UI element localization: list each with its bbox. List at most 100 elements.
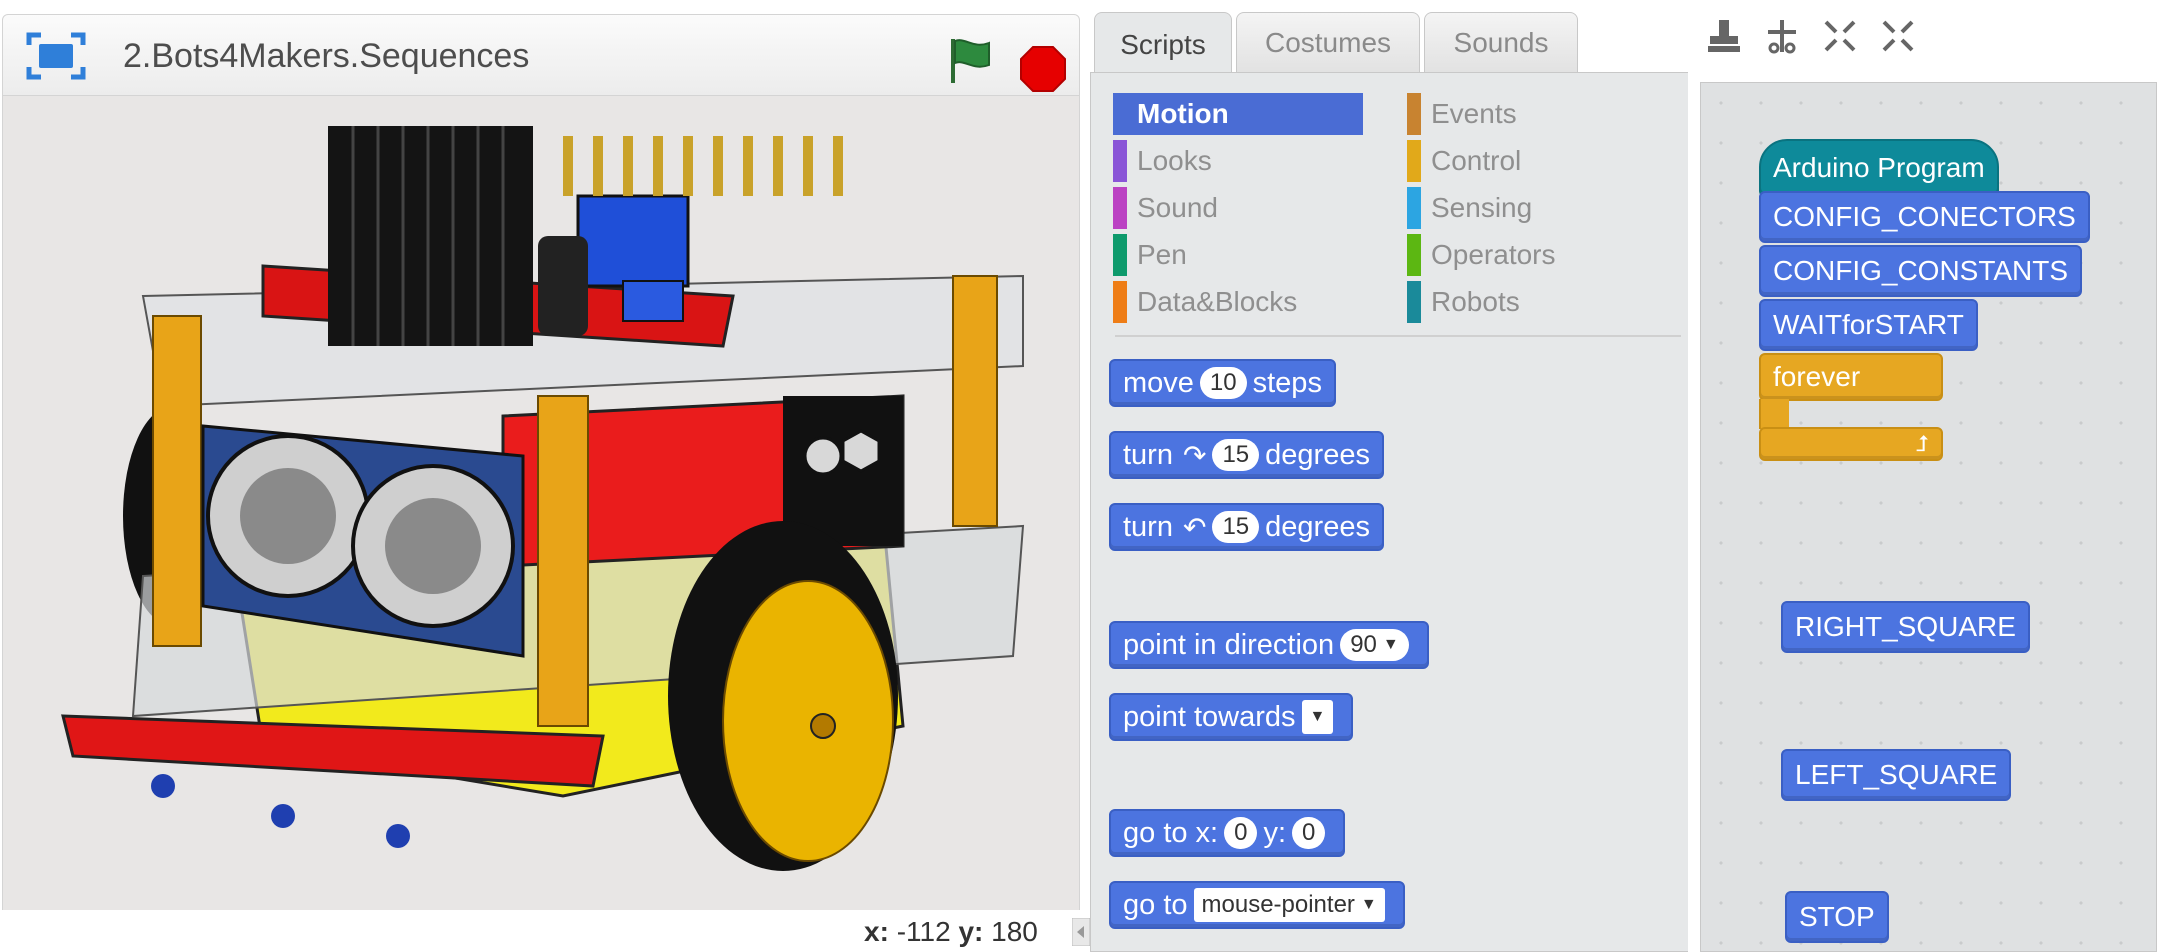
script-block-wait-for-start[interactable]: WAITforSTART [1759, 299, 1978, 351]
block-text: go to x: [1123, 816, 1219, 849]
duplicate-stamp-icon[interactable] [1706, 16, 1742, 56]
robot-sprite[interactable] [3, 96, 1080, 910]
go-to-target-dropdown[interactable]: mouse-pointer ▼ [1193, 888, 1385, 922]
block-point-towards[interactable]: point towards ▼ [1109, 693, 1354, 741]
block-text: point in direction [1123, 628, 1335, 661]
direction-value: 90 [1350, 631, 1377, 658]
category-color-bar [1407, 140, 1421, 182]
script-block-right-square[interactable]: RIGHT_SQUARE [1781, 601, 2030, 653]
loop-arrow-icon: ⮥ [1916, 431, 1929, 456]
green-flag-icon[interactable] [943, 35, 995, 87]
script-hat-arduino-program[interactable]: Arduino Program [1759, 139, 1999, 197]
chevron-down-icon: ▼ [1309, 708, 1326, 725]
category-robots[interactable]: Robots [1407, 281, 1657, 323]
block-text: degrees [1265, 510, 1370, 543]
towards-dropdown[interactable]: ▼ [1301, 700, 1334, 734]
collapse-stage-arrow-icon[interactable] [1071, 917, 1091, 947]
category-color-bar [1407, 281, 1421, 323]
category-operators[interactable]: Operators [1407, 234, 1657, 276]
block-text: go to [1123, 888, 1188, 921]
script-block-left-square[interactable]: LEFT_SQUARE [1781, 749, 2012, 801]
category-looks[interactable]: Looks [1113, 140, 1363, 182]
block-text: steps [1252, 366, 1322, 399]
x-value: -112 [896, 916, 951, 947]
category-label: Operators [1431, 239, 1556, 270]
category-sound[interactable]: Sound [1113, 187, 1363, 229]
block-palette: Motion Looks Sound Pen Data&Blocks Event… [1090, 72, 1688, 952]
y-input[interactable]: 0 [1292, 817, 1326, 849]
category-color-bar [1407, 187, 1421, 229]
category-color-bar [1113, 281, 1127, 323]
block-move-steps[interactable]: move 10 steps [1109, 359, 1336, 407]
fullscreen-icon[interactable] [25, 31, 87, 81]
target-value: mouse-pointer [1201, 891, 1355, 918]
degrees-input[interactable]: 15 [1212, 439, 1260, 471]
category-label: Pen [1137, 239, 1187, 270]
block-text: y: [1263, 816, 1287, 849]
forever-label: forever [1759, 353, 1943, 401]
category-color-bar [1113, 187, 1127, 229]
category-motion[interactable]: Motion [1113, 93, 1363, 135]
block-text: point towards [1123, 700, 1296, 733]
tab-scripts[interactable]: Scripts [1094, 12, 1232, 76]
x-input[interactable]: 0 [1224, 817, 1258, 849]
block-turn-clockwise[interactable]: turn ↷ 15 degrees [1109, 431, 1384, 479]
script-block-forever[interactable]: forever ⮥ [1759, 353, 1943, 461]
rotate-counterclockwise-icon: ↶ [1182, 511, 1207, 543]
chevron-down-icon: ▼ [1360, 896, 1377, 913]
script-block-stop[interactable]: STOP [1785, 891, 1889, 943]
category-label: Events [1431, 98, 1517, 129]
forever-bottom: ⮥ [1759, 427, 1943, 461]
category-control[interactable]: Control [1407, 140, 1657, 182]
y-value: 180 [991, 916, 1038, 947]
stage-panel: 2.Bots4Makers.Sequences x: -112 y: 180 [0, 0, 1091, 952]
direction-dropdown[interactable]: 90 ▼ [1340, 629, 1409, 661]
category-color-bar [1113, 234, 1127, 276]
script-block-config-constants[interactable]: CONFIG_CONSTANTS [1759, 245, 2083, 297]
rotate-clockwise-icon: ↷ [1182, 439, 1207, 471]
stage-footer: x: -112 y: 180 [0, 910, 1091, 952]
category-label: Robots [1431, 286, 1520, 317]
category-color-bar [1407, 93, 1421, 135]
chevron-down-icon: ▼ [1382, 636, 1399, 653]
block-point-in-direction[interactable]: point in direction 90 ▼ [1109, 621, 1429, 669]
stage-header: 2.Bots4Makers.Sequences [2, 14, 1080, 96]
scripts-area[interactable]: Arduino Program CONFIG_CONECTORS CONFIG_… [1700, 82, 2157, 952]
category-color-bar [1407, 234, 1421, 276]
category-label: Sensing [1431, 192, 1533, 223]
forever-arm [1759, 399, 1789, 429]
stop-icon[interactable] [1019, 45, 1067, 93]
degrees-input[interactable]: 15 [1212, 511, 1260, 543]
block-text: turn [1123, 438, 1173, 471]
shrink-icon[interactable] [1880, 16, 1916, 56]
palette-divider [1115, 335, 1681, 337]
delete-scissors-icon[interactable] [1764, 16, 1800, 56]
block-go-to[interactable]: go to mouse-pointer ▼ [1109, 881, 1405, 929]
category-label: Sound [1137, 192, 1218, 223]
category-label: Data&Blocks [1137, 286, 1298, 317]
category-label: Looks [1137, 145, 1212, 176]
category-color-bar [1113, 93, 1127, 135]
tab-sounds[interactable]: Sounds [1424, 12, 1578, 72]
category-pen[interactable]: Pen [1113, 234, 1363, 276]
script-block-config-connectors[interactable]: CONFIG_CONECTORS [1759, 191, 2090, 243]
tab-costumes[interactable]: Costumes [1236, 12, 1420, 72]
stage-canvas[interactable] [2, 96, 1080, 910]
category-label: Motion [1137, 98, 1229, 129]
block-turn-counterclockwise[interactable]: turn ↶ 15 degrees [1109, 503, 1384, 551]
mouse-coordinates: x: -112 y: 180 [864, 916, 1038, 948]
block-text: turn [1123, 510, 1173, 543]
category-color-bar [1113, 140, 1127, 182]
category-label: Control [1431, 145, 1522, 176]
category-sensing[interactable]: Sensing [1407, 187, 1657, 229]
steps-input[interactable]: 10 [1199, 367, 1247, 399]
block-text: degrees [1265, 438, 1370, 471]
category-events[interactable]: Events [1407, 93, 1657, 135]
category-data-blocks[interactable]: Data&Blocks [1113, 281, 1363, 323]
grow-icon[interactable] [1822, 16, 1858, 56]
block-text: move [1123, 366, 1194, 399]
x-label: x: [864, 916, 889, 947]
block-go-to-xy[interactable]: go to x: 0 y: 0 [1109, 809, 1346, 857]
y-label: y: [958, 916, 984, 947]
project-title: 2.Bots4Makers.Sequences [123, 37, 530, 75]
